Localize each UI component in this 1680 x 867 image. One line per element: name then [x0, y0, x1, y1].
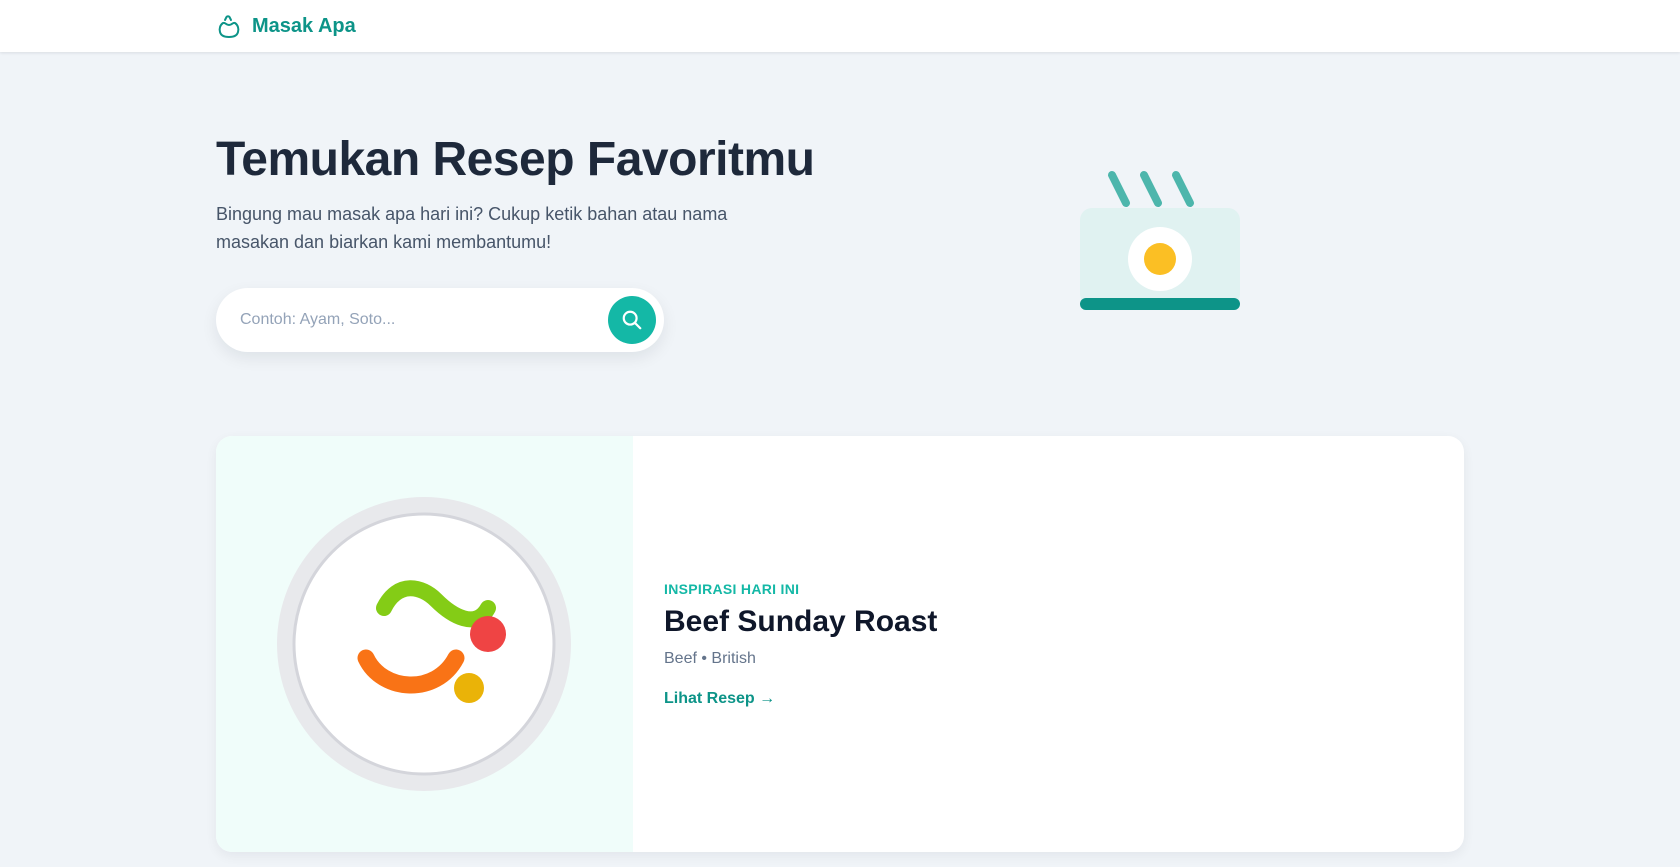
recipe-details: INSPIRASI HARI INI Beef Sunday Roast Bee… [664, 436, 1424, 852]
steam-icon [1108, 171, 1194, 207]
search-bar [216, 288, 664, 352]
egg-yolk [1144, 243, 1176, 275]
recipe-title: Beef Sunday Roast [664, 605, 938, 638]
dish-base [1080, 298, 1240, 310]
cooking-pot-icon [218, 15, 240, 38]
view-recipe-link[interactable]: Lihat Resep → [664, 689, 775, 709]
hero-subtitle: Bingung mau masak apa hari ini? Cukup ke… [216, 204, 728, 252]
recipe-image [216, 436, 633, 852]
steaming-egg-dish-icon [1080, 171, 1240, 310]
search-input[interactable] [240, 288, 580, 352]
food-plate-icon [277, 497, 571, 791]
top-navigation-bar: Masak Apa [0, 0, 1680, 52]
section-eyebrow: INSPIRASI HARI INI [664, 581, 800, 597]
featured-recipe-card: INSPIRASI HARI INI Beef Sunday Roast Bee… [216, 436, 1464, 852]
recipe-meta: Beef • British [664, 650, 756, 667]
hero-title: Temukan Resep Favoritmu [216, 133, 815, 186]
search-button[interactable] [608, 296, 656, 344]
brand-logo-link[interactable]: Masak Apa [216, 13, 356, 39]
search-icon [622, 310, 642, 330]
brand-name: Masak Apa [252, 15, 356, 37]
